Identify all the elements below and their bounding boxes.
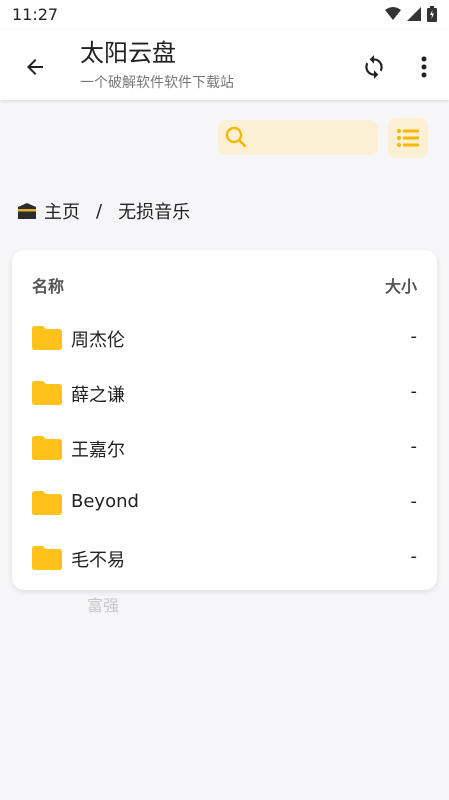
column-header-size[interactable]: 大小 (385, 273, 417, 297)
app-bar: 太阳云盘 一个破解软件软件下载站 (0, 30, 449, 100)
title-block: 太阳云盘 一个破解软件软件下载站 (80, 38, 234, 92)
folder-row[interactable]: 薛之谦 - (12, 365, 437, 420)
search-icon (225, 126, 247, 148)
folder-size: - (410, 326, 418, 347)
wifi-icon (385, 7, 401, 20)
kaaba-icon (18, 203, 36, 219)
status-bar: 11:27 (0, 0, 449, 30)
folder-name: 薛之谦 (71, 385, 125, 406)
folder-name: Beyond (71, 491, 139, 512)
folder-icon (32, 491, 62, 515)
more-options-button[interactable] (411, 50, 437, 84)
folder-icon (32, 436, 62, 460)
folder-row[interactable]: 周杰伦 - (12, 310, 437, 365)
folder-size: - (410, 491, 418, 512)
folder-size: - (410, 546, 418, 567)
folder-row[interactable]: 王嘉尔 - (12, 420, 437, 475)
folder-name: 周杰伦 (71, 330, 125, 351)
folder-icon (32, 546, 62, 570)
refresh-button[interactable] (357, 50, 391, 84)
view-list-button[interactable] (388, 118, 428, 158)
column-header-name[interactable]: 名称 (32, 273, 64, 297)
arrow-left-icon (27, 59, 43, 75)
list-icon (397, 129, 419, 147)
folder-size: - (410, 436, 418, 457)
app-title: 太阳云盘 (80, 39, 176, 67)
folder-size: - (410, 381, 418, 402)
search-box[interactable] (218, 120, 378, 155)
floating-toast-text: 富强 (87, 596, 120, 615)
file-list-card: 名称 大小 周杰伦 - 薛之谦 - 王嘉尔 - Beyond - 毛不易 - (12, 250, 437, 590)
breadcrumb-separator: / (96, 200, 103, 222)
more-vert-icon (421, 56, 427, 78)
folder-row[interactable]: 毛不易 - (12, 530, 437, 585)
folder-icon (32, 381, 62, 405)
breadcrumb-current: 无损音乐 (118, 202, 191, 223)
folder-row[interactable]: Beyond - (12, 475, 437, 530)
breadcrumb-home[interactable]: 主页 (44, 198, 80, 224)
folder-name: 王嘉尔 (71, 440, 125, 461)
app-subtitle: 一个破解软件软件下载站 (80, 75, 234, 91)
refresh-icon (365, 55, 383, 79)
folder-icon (32, 326, 62, 350)
folder-name: 毛不易 (71, 550, 125, 571)
breadcrumb: 主页 / 无损音乐 (16, 198, 190, 224)
status-time: 11:27 (12, 5, 59, 24)
signal-icon (407, 7, 421, 21)
back-button[interactable] (18, 50, 52, 84)
battery-icon (427, 6, 437, 22)
search-input[interactable] (256, 126, 370, 150)
status-icons (385, 6, 437, 22)
